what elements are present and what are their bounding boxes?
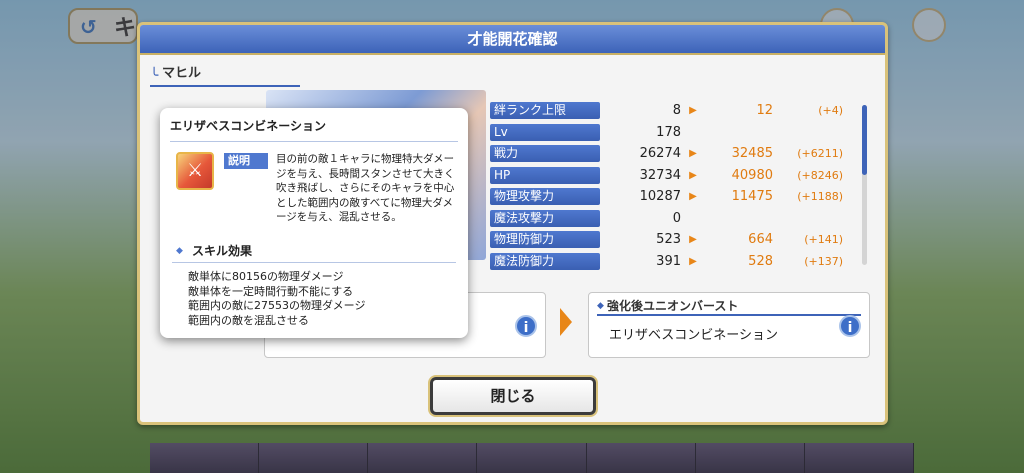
stat-label: 戦力 (490, 145, 600, 163)
stat-label: 物理防御力 (490, 231, 600, 249)
skill-effect-header: ◆ スキル効果 (172, 241, 456, 263)
stat-current-value: 10287 (639, 189, 681, 205)
arrow-right-icon: ▶ (689, 169, 697, 181)
skill-name: エリザベスコンビネーション (170, 108, 458, 142)
scrollbar-thumb[interactable] (862, 105, 867, 175)
stat-diff-value: (+4) (818, 104, 843, 118)
stat-diff-value: (+6211) (797, 147, 843, 161)
arrow-right-icon: ▶ (689, 191, 697, 203)
stat-label: Lv (490, 123, 600, 141)
stat-current-value: 26274 (639, 146, 681, 162)
stat-new-value: 11475 (731, 189, 773, 205)
stat-diff-value: (+8246) (797, 168, 843, 182)
diamond-icon: ◆ (597, 301, 604, 311)
ub-after-box: ◆ 強化後ユニオンバースト エリザベスコンビネーション i (588, 292, 870, 358)
stat-row: 魔法防御力 391 ▶ 528 (+137) (490, 251, 850, 273)
ub-after-name: エリザベスコンビネーション (609, 328, 779, 343)
ub-after-header: ◆ 強化後ユニオンバースト (597, 298, 861, 316)
list-item: 範囲内の敵を混乱させる (188, 313, 309, 327)
character-name: マヒル (162, 66, 202, 81)
skill-description: 目の前の敵１キャラに物理特大ダメージを与え、長時間スタンさせて大きく吹き飛ばし、… (276, 153, 455, 223)
stat-row: 物理防御力 523 ▶ 664 (+141) (490, 229, 850, 251)
stat-new-value: 40980 (731, 167, 773, 183)
list-item: 敵単体を一定時間行動不能にする (188, 284, 354, 298)
stat-row: HP 32734 ▶ 40980 (+8246) (490, 165, 850, 187)
stat-new-value: 12 (756, 103, 773, 119)
stat-label: HP (490, 166, 600, 184)
stats-scrollbar[interactable] (862, 105, 867, 265)
list-item: 敵単体に80156の物理ダメージ (188, 270, 344, 283)
stat-label: 物理攻撃力 (490, 188, 600, 206)
heading-hook-icon: ╰ (150, 68, 159, 84)
stat-new-value: 32485 (731, 146, 773, 162)
stat-diff-value: (+1188) (797, 190, 843, 204)
list-item: 範囲内の敵に27553の物理ダメージ (188, 299, 366, 312)
stat-current-value: 523 (656, 232, 681, 248)
stat-diff-value: (+141) (804, 233, 843, 247)
arrow-right-icon: ▶ (689, 234, 697, 246)
arrow-right-icon (560, 308, 572, 336)
stat-new-value: 664 (748, 232, 773, 248)
stat-row: Lv 178 (490, 122, 850, 144)
arrow-right-icon: ▶ (689, 148, 697, 160)
stat-label: 魔法攻撃力 (490, 209, 600, 227)
stat-label: 魔法防御力 (490, 252, 600, 270)
stat-row: 絆ランク上限 8 ▶ 12 (+4) (490, 100, 850, 122)
info-icon[interactable]: i (839, 315, 861, 337)
skill-detail-popup: エリザベスコンビネーション ⚔ 説明 目の前の敵１キャラに物理特大ダメージを与え… (160, 108, 468, 338)
skill-icon: ⚔ (176, 152, 214, 190)
stat-diff-value: (+137) (804, 254, 843, 268)
skill-effect-list: 敵単体に80156の物理ダメージ 敵単体を一定時間行動不能にする 範囲内の敵に2… (188, 270, 458, 328)
arrow-right-icon: ▶ (689, 255, 697, 267)
character-name-row: ╰ マヒル (150, 63, 300, 87)
stat-current-value: 0 (672, 210, 681, 226)
stat-current-value: 391 (656, 253, 681, 269)
dialog-title: 才能開花確認 (140, 25, 885, 55)
slash-icon: ⚔ (187, 160, 204, 181)
stat-row: 物理攻撃力 10287 ▶ 11475 (+1188) (490, 186, 850, 208)
stat-new-value: 528 (748, 253, 773, 269)
stat-current-value: 32734 (639, 167, 681, 183)
stat-current-value: 8 (672, 103, 681, 119)
arrow-right-icon: ▶ (689, 105, 697, 117)
stat-label: 絆ランク上限 (490, 102, 600, 120)
stat-row: 戦力 26274 ▶ 32485 (+6211) (490, 143, 850, 165)
stat-row: 魔法攻撃力 0 (490, 208, 850, 230)
diamond-icon: ◆ (176, 246, 183, 256)
stats-table: 絆ランク上限 8 ▶ 12 (+4) Lv 178 戦力 26274 ▶ 324… (490, 100, 850, 272)
stat-current-value: 178 (656, 124, 681, 140)
description-tag: 説明 (224, 153, 268, 169)
info-icon[interactable]: i (515, 315, 537, 337)
close-button[interactable]: 閉じる (430, 377, 596, 415)
